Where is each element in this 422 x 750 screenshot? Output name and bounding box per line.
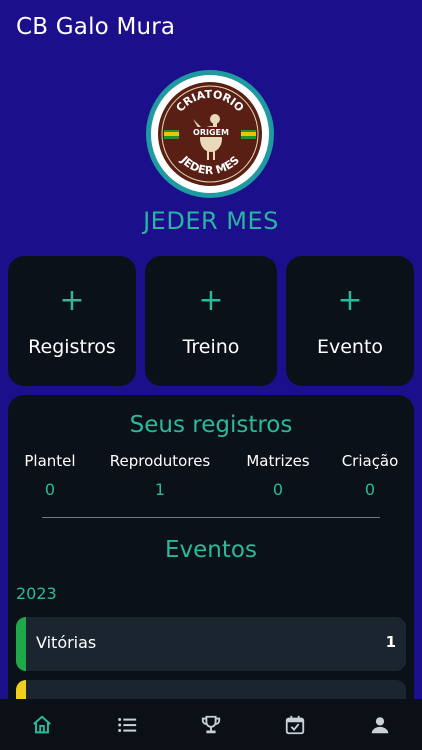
quick-action-label: Evento [316, 336, 384, 358]
calendar-check-icon [286, 715, 305, 734]
plus-icon: + [59, 283, 85, 318]
nav-profile[interactable] [338, 699, 422, 750]
nav-trophy[interactable] [169, 699, 253, 750]
stat-label: Criação [341, 452, 399, 470]
add-registros-button[interactable]: + Registros [8, 256, 136, 386]
quick-action-label: Treino [182, 336, 240, 358]
app-title: CB Galo Mura [16, 14, 176, 40]
stat-label: Reprodutores [109, 452, 211, 470]
stat-value: 1 [154, 480, 166, 499]
stat-reprodutores[interactable]: Reprodutores 1 [105, 452, 215, 499]
stat-label: Plantel [24, 452, 76, 470]
year-label: 2023 [16, 584, 57, 603]
stat-value: 0 [272, 480, 284, 499]
event-color-bar [16, 617, 26, 671]
add-treino-button[interactable]: + Treino [145, 256, 277, 386]
logo-center-text: ORIGEM [193, 128, 229, 137]
nav-calendar[interactable] [253, 699, 337, 750]
person-icon [371, 716, 389, 733]
nav-list[interactable] [84, 699, 168, 750]
profile-logo: CRIATORIO JEDER MES ORIGEM [145, 69, 275, 199]
list-icon [117, 717, 136, 732]
eventos-title: Eventos [165, 537, 257, 563]
event-count: 1 [385, 633, 396, 651]
add-evento-button[interactable]: + Evento [286, 256, 414, 386]
stat-label: Matrizes [246, 452, 310, 470]
event-item-vitorias[interactable]: Vitórias 1 [16, 617, 406, 671]
quick-action-label: Registros [28, 336, 116, 358]
trophy-icon [201, 715, 221, 733]
profile-name: JEDER MES [143, 207, 279, 235]
section-divider [42, 517, 380, 518]
stat-matrizes[interactable]: Matrizes 0 [242, 452, 314, 499]
event-name: Vitórias [36, 633, 97, 652]
plus-icon: + [337, 283, 363, 318]
stat-criacao[interactable]: Criação 0 [337, 452, 403, 499]
plus-icon: + [198, 283, 224, 318]
stat-value: 0 [44, 480, 56, 499]
bottom-nav [0, 699, 422, 750]
home-icon [33, 715, 52, 733]
nav-home[interactable] [0, 699, 84, 750]
stat-plantel[interactable]: Plantel 0 [22, 452, 78, 499]
registros-title: Seus registros [129, 412, 293, 438]
stat-value: 0 [364, 480, 376, 499]
summary-panel: Seus registros Plantel 0 Reprodutores 1 … [8, 395, 414, 725]
